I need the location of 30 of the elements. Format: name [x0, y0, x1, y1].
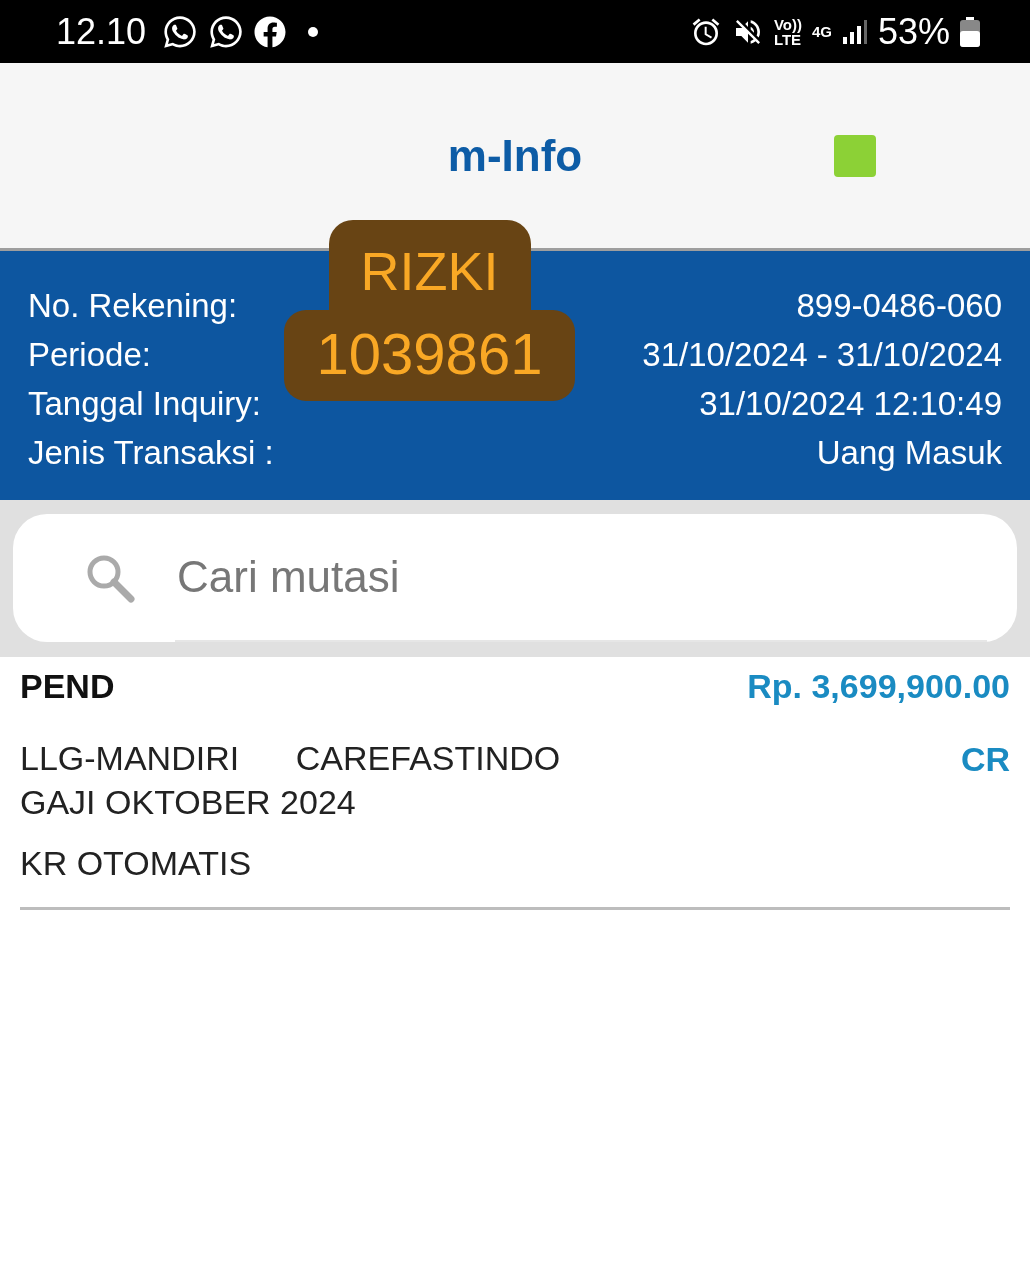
overlay-label: RIZKI: [328, 220, 531, 310]
transaction-amount: Rp. 3,699,900.00: [747, 667, 1010, 706]
info-label: Periode:: [28, 335, 152, 375]
battery-icon: [960, 16, 980, 47]
transaction-type: CR: [960, 740, 1010, 779]
overlay-label: 1039861: [284, 310, 575, 401]
battery-level: 53%: [877, 10, 950, 53]
info-label: No. Rekening:: [28, 286, 239, 326]
info-label: Tanggal Inquiry:: [28, 384, 262, 424]
search-icon: [85, 553, 135, 603]
header-title: m-Info: [447, 130, 583, 181]
signal-icon: [841, 18, 868, 45]
transaction-description: LLG-MANDIRI CAREFASTINDO: [20, 738, 561, 779]
transaction-note: KR OTOMATIS: [20, 844, 253, 883]
info-value: Uang Masuk: [816, 433, 1002, 473]
status-square-icon: [834, 135, 876, 177]
network-type: 4G: [811, 23, 832, 40]
search-field[interactable]: Cari mutasi: [13, 514, 1017, 642]
dot-icon: [308, 26, 319, 37]
whatsapp-icon: [208, 13, 245, 50]
info-value: 31/10/2024 12:10:49: [699, 384, 1002, 424]
info-value: 31/10/2024 - 31/10/2024: [642, 335, 1002, 375]
clock: 12.10: [56, 10, 147, 53]
transaction-status: PEND: [20, 667, 115, 706]
info-label: Jenis Transaksi :: [28, 433, 274, 473]
volte-indicator: Vo)) LTE: [773, 16, 802, 47]
info-value: 899-0486-060: [796, 286, 1002, 326]
whatsapp-icon: [162, 13, 199, 50]
transaction-description: GAJI OKTOBER 2024: [20, 782, 357, 823]
facebook-icon: [254, 15, 287, 48]
